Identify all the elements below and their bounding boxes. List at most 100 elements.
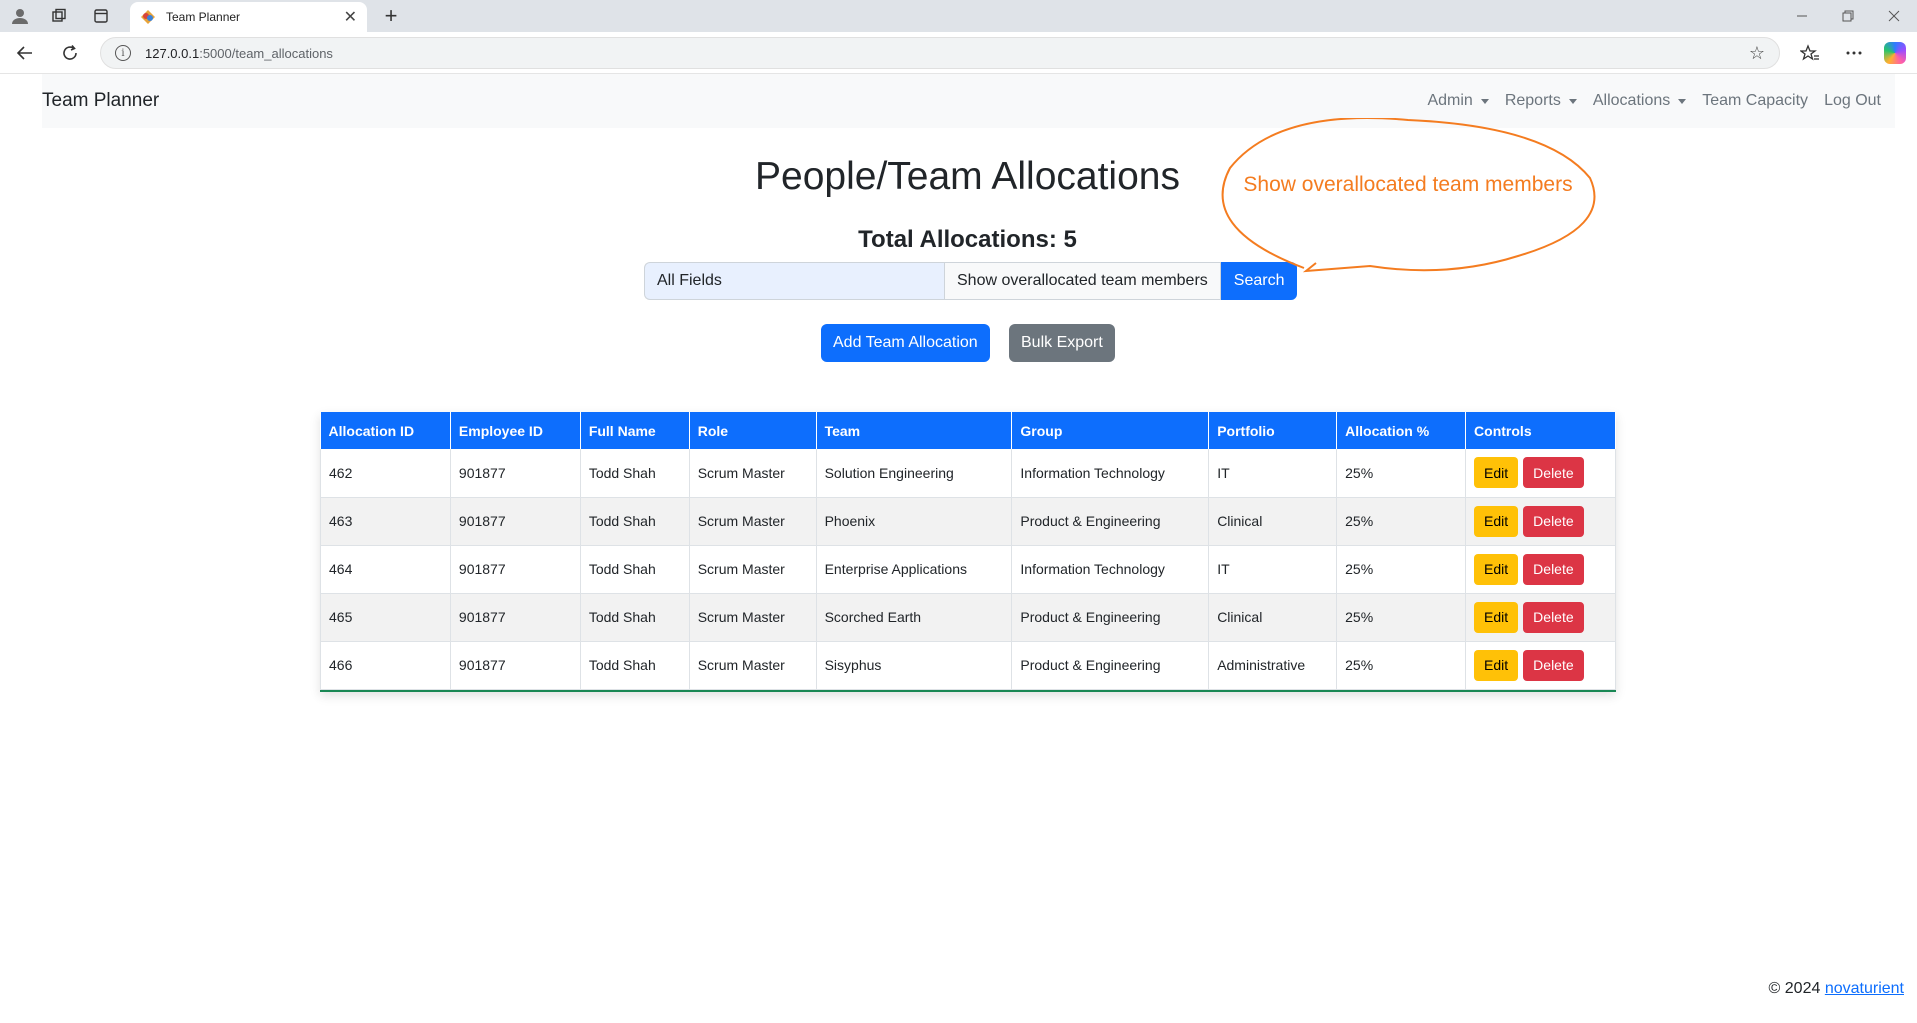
header-group[interactable]: Group [1011, 412, 1210, 449]
copilot-icon[interactable] [1884, 42, 1906, 64]
edit-button[interactable]: Edit [1474, 553, 1519, 585]
nav-admin-dropdown[interactable]: Admin [1419, 92, 1496, 110]
tab-title: Team Planner [166, 10, 241, 24]
cell-allocation-pct: 25% [1336, 641, 1467, 690]
cell-allocation-pct: 25% [1336, 593, 1467, 642]
cell-employee-id: 901877 [450, 641, 581, 690]
cell-controls: Edit Delete [1465, 641, 1616, 690]
edit-button[interactable]: Edit [1474, 601, 1519, 633]
header-allocation-pct[interactable]: Allocation % [1336, 412, 1467, 449]
cell-allocation-pct: 25% [1336, 449, 1467, 498]
header-employee-id[interactable]: Employee ID [450, 412, 581, 449]
cell-portfolio: Clinical [1208, 497, 1338, 546]
header-allocation-id[interactable]: Allocation ID [320, 412, 451, 449]
nav-logout[interactable]: Log Out [1816, 92, 1889, 110]
delete-button[interactable]: Delete [1523, 505, 1584, 537]
add-team-allocation-button[interactable]: Add Team Allocation [821, 324, 990, 362]
brand-link[interactable]: Team Planner [42, 90, 159, 112]
cell-allocation-pct: 25% [1336, 497, 1467, 546]
nav-links: Admin Reports Allocations Team Capacity … [1419, 92, 1889, 110]
cell-role: Scrum Master [689, 449, 817, 498]
cell-team: Scorched Earth [816, 593, 1013, 642]
nav-allocations-dropdown[interactable]: Allocations [1585, 92, 1694, 110]
search-input[interactable] [644, 262, 944, 300]
caret-down-icon [1678, 98, 1687, 104]
delete-button[interactable]: Delete [1523, 649, 1584, 681]
cell-full-name: Todd Shah [580, 593, 690, 642]
cell-employee-id: 901877 [450, 497, 581, 546]
edit-button[interactable]: Edit [1474, 649, 1519, 681]
edit-button[interactable]: Edit [1474, 457, 1519, 489]
site-info-icon[interactable]: i [115, 45, 131, 61]
tab-close-icon[interactable]: ✕ [344, 7, 357, 27]
tab-actions-icon[interactable] [89, 4, 113, 28]
header-full-name[interactable]: Full Name [580, 412, 690, 449]
table-row: 462 901877 Todd Shah Scrum Master Soluti… [320, 449, 1616, 498]
cell-full-name: Todd Shah [580, 449, 690, 498]
cell-group: Product & Engineering [1011, 497, 1210, 546]
favorite-star-icon[interactable]: ☆ [1749, 43, 1765, 64]
nav-reports-dropdown[interactable]: Reports [1497, 92, 1585, 110]
close-window-icon[interactable] [1871, 0, 1917, 32]
allocations-table: Allocation ID Employee ID Full Name Role… [320, 412, 1616, 690]
cell-group: Product & Engineering [1011, 641, 1210, 690]
allocations-table-container: Allocation ID Employee ID Full Name Role… [320, 412, 1616, 692]
edit-button[interactable]: Edit [1474, 505, 1519, 537]
cell-team: Sisyphus [816, 641, 1013, 690]
url-path: :5000/team_allocations [199, 45, 333, 61]
nav-reports-label: Reports [1504, 92, 1561, 109]
search-form: Show overallocated team members Search [644, 262, 1298, 300]
cell-controls: Edit Delete [1465, 497, 1616, 546]
cell-role: Scrum Master [689, 545, 817, 594]
cell-allocation-pct: 25% [1336, 545, 1467, 594]
delete-button[interactable]: Delete [1523, 457, 1584, 489]
overallocated-filter[interactable]: Show overallocated team members [944, 262, 1221, 300]
cell-team: Enterprise Applications [816, 545, 1013, 594]
cell-group: Product & Engineering [1011, 593, 1210, 642]
caret-down-icon [1568, 98, 1577, 104]
header-team[interactable]: Team [816, 412, 1013, 449]
footer-copyright: © 2024 [1768, 980, 1821, 997]
cell-controls: Edit Delete [1465, 545, 1616, 594]
total-allocations: Total Allocations: 5 [858, 226, 1077, 253]
table-row: 464 901877 Todd Shah Scrum Master Enterp… [320, 545, 1616, 594]
nav-allocations-label: Allocations [1592, 92, 1671, 109]
header-portfolio[interactable]: Portfolio [1208, 412, 1338, 449]
delete-button[interactable]: Delete [1523, 553, 1584, 585]
nav-admin-label: Admin [1427, 92, 1473, 109]
table-row: 463 901877 Todd Shah Scrum Master Phoeni… [320, 497, 1616, 546]
cell-team: Solution Engineering [816, 449, 1013, 498]
cell-full-name: Todd Shah [580, 497, 690, 546]
footer-link[interactable]: novaturient [1825, 980, 1904, 997]
app-navbar: Team Planner Admin Reports Allocations T… [42, 74, 1895, 128]
browser-toolbar: i 127.0.0.1 :5000/team_allocations ☆ [0, 32, 1917, 74]
table-header-row: Allocation ID Employee ID Full Name Role… [320, 412, 1616, 449]
favorites-icon[interactable] [1797, 40, 1823, 66]
page-title: People/Team Allocations [755, 155, 1180, 198]
delete-button[interactable]: Delete [1523, 601, 1584, 633]
workspaces-icon[interactable] [47, 4, 71, 28]
nav-team-capacity[interactable]: Team Capacity [1694, 92, 1816, 110]
cell-employee-id: 901877 [450, 545, 581, 594]
restore-icon[interactable] [1825, 0, 1871, 32]
new-tab-icon[interactable]: + [378, 3, 404, 29]
cell-allocation-id: 463 [320, 497, 451, 546]
cell-group: Information Technology [1011, 449, 1210, 498]
cell-portfolio: IT [1208, 449, 1338, 498]
more-options-icon[interactable] [1841, 40, 1867, 66]
cell-full-name: Todd Shah [580, 641, 690, 690]
bulk-export-button[interactable]: Bulk Export [1009, 324, 1115, 362]
cell-controls: Edit Delete [1465, 449, 1616, 498]
cell-allocation-id: 462 [320, 449, 451, 498]
reload-icon[interactable] [57, 40, 83, 66]
back-arrow-icon[interactable] [12, 40, 38, 66]
cell-allocation-id: 466 [320, 641, 451, 690]
header-role[interactable]: Role [689, 412, 817, 449]
cell-portfolio: IT [1208, 545, 1338, 594]
profile-icon[interactable] [8, 4, 32, 28]
browser-tab[interactable]: Team Planner ✕ [130, 2, 367, 32]
address-bar[interactable]: i 127.0.0.1 :5000/team_allocations ☆ [100, 37, 1780, 69]
cell-role: Scrum Master [689, 593, 817, 642]
caret-down-icon [1480, 98, 1489, 104]
minimize-icon[interactable] [1779, 0, 1825, 32]
